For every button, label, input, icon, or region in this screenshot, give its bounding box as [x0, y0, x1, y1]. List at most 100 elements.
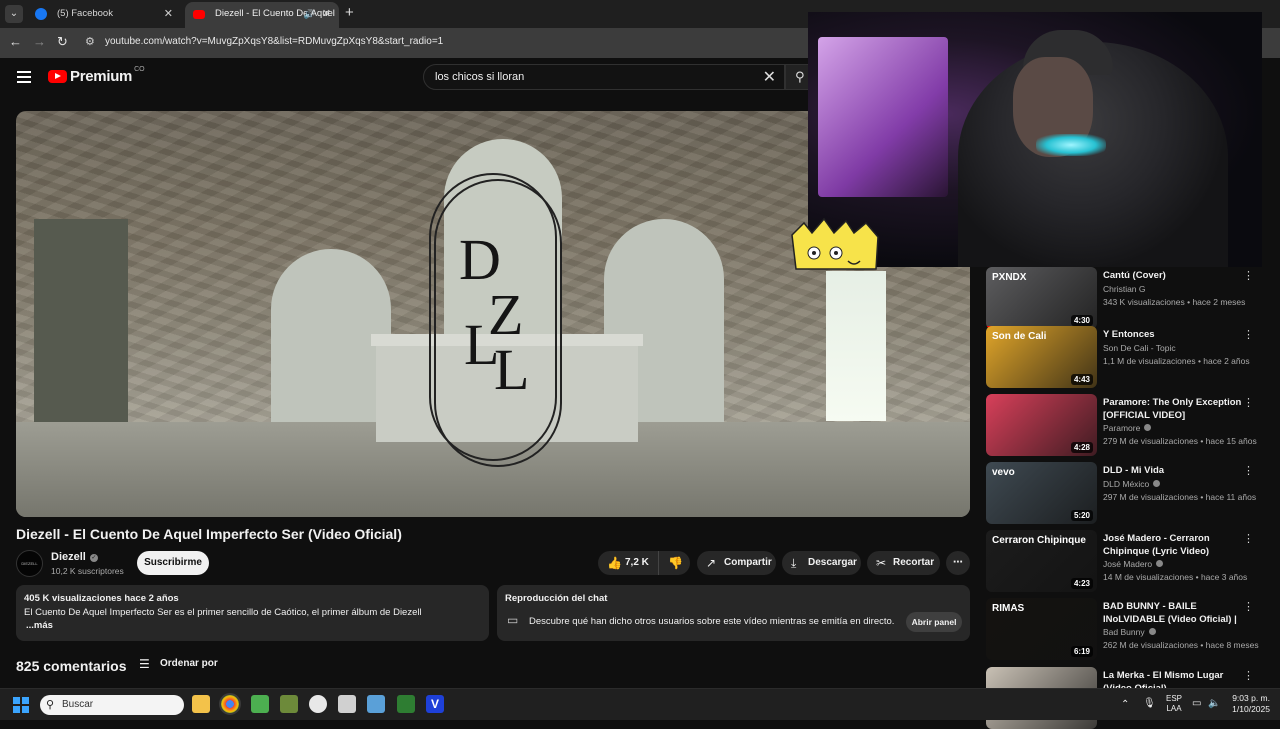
game-icon[interactable] [280, 695, 298, 713]
clear-search-icon[interactable]: ✕ [763, 67, 776, 87]
back-icon[interactable]: ← [9, 34, 22, 49]
recommendation-title[interactable]: Paramore: The Only Exception [OFFICIAL V… [1103, 396, 1243, 422]
description-box[interactable]: 405 K visualizaciones hace 2 años El Cue… [16, 585, 489, 641]
recommendation-channel[interactable]: Bad Bunny [1103, 627, 1156, 637]
recommendation-item[interactable]: PXNDX 4:30 Cantú (Cover) Christian G 343 K v… [986, 267, 1268, 329]
open-panel-button[interactable]: Abrir panel [906, 612, 962, 632]
search-input[interactable]: los chicos si lloran ✕ [423, 64, 785, 90]
share-button[interactable]: ↗ Compartir [697, 551, 776, 575]
video-duration: 4:43 [1070, 374, 1093, 385]
recommendation-item[interactable]: vevo 5:20 DLD - Mi Vida DLD México 297 M de … [986, 462, 1268, 524]
tab-facebook[interactable]: (5) Facebook ✕ [27, 2, 181, 28]
more-options-icon[interactable]: ⋮ [1243, 600, 1254, 613]
recommendation-channel[interactable]: Paramore [1103, 423, 1152, 433]
more-options-icon[interactable]: ⋮ [1243, 328, 1254, 341]
more-options-icon[interactable]: ⋮ [1243, 269, 1254, 282]
windows-start-icon[interactable] [13, 697, 29, 713]
like-button[interactable]: 👍 7,2 K [598, 551, 658, 575]
taskbar-search-placeholder: Buscar [62, 699, 94, 710]
app-icon[interactable] [397, 695, 415, 713]
clock-date: 1/10/2025 [1232, 704, 1270, 714]
show-more-link[interactable]: ...más [26, 620, 53, 631]
system-clock[interactable]: 9:03 p. m. 1/10/2025 [1232, 693, 1270, 715]
thumbs-up-icon: 👍 [607, 556, 622, 570]
recommendation-stats: 14 M de visualizaciones • hace 3 años [1103, 572, 1248, 582]
calculator-icon[interactable] [367, 695, 385, 713]
video-thumbnail[interactable]: vevo 5:20 [986, 462, 1097, 524]
app-icon[interactable] [309, 695, 327, 713]
chrome-icon[interactable] [219, 693, 241, 715]
more-options-icon[interactable]: ⋮ [1243, 464, 1254, 477]
more-options-icon[interactable]: ⋮ [1243, 396, 1254, 409]
recommendation-channel[interactable]: Christian G [1103, 284, 1146, 294]
subscriber-count: 10,2 K suscriptores [51, 566, 124, 576]
tab-youtube[interactable]: Diezell - El Cuento De Aquel 🔊 ✕ [185, 2, 339, 28]
video-thumbnail[interactable]: Cerraron Chipinque 4:23 [986, 530, 1097, 592]
v-app-icon[interactable]: V [426, 695, 444, 713]
minecraft-icon[interactable] [251, 695, 269, 713]
language-code: ESP [1166, 694, 1183, 703]
recommendation-title[interactable]: BAD BUNNY - BAILE INoLVIDABLE (Video Ofi… [1103, 600, 1243, 627]
country-code: CO [134, 66, 145, 73]
file-explorer-icon[interactable] [192, 695, 210, 713]
dislike-button[interactable]: 👎 [658, 551, 690, 575]
video-thumbnail[interactable]: PXNDX 4:30 [986, 267, 1097, 329]
logo-letter: L [494, 337, 530, 402]
recommendation-title[interactable]: José Madero - Cerraron Chipinque (Lyric … [1103, 532, 1243, 558]
close-tab-icon[interactable]: ✕ [322, 2, 331, 26]
facebook-icon [35, 8, 47, 20]
webcam-frame [1036, 134, 1106, 156]
clip-button[interactable]: ✂ Recortar [867, 551, 940, 575]
more-actions-button[interactable]: ⋯ [946, 551, 970, 575]
avatar[interactable]: DIEZELL [16, 550, 43, 577]
recommendation-item[interactable]: RIMAS 6:19 BAD BUNNY - BAILE INoLVIDABLE (… [986, 598, 1268, 660]
volume-icon[interactable]: 🔈 [1208, 698, 1220, 709]
chevron-up-icon[interactable]: ⌃ [1121, 699, 1129, 710]
youtube-premium-logo[interactable]: Premium CO [48, 66, 145, 85]
more-options-icon[interactable]: ⋮ [1243, 669, 1254, 682]
search-icon: ⚲ [795, 69, 805, 84]
verified-icon [1156, 560, 1164, 567]
sort-button[interactable]: Ordenar por [160, 658, 218, 669]
recommendation-title[interactable]: Cantú (Cover) [1103, 269, 1243, 282]
recommendation-channel[interactable]: DLD México [1103, 479, 1161, 489]
recommendation-channel[interactable]: José Madero [1103, 559, 1164, 569]
recommendation-item[interactable]: Cerraron Chipinque 4:23 José Madero - Cerr… [986, 530, 1268, 592]
download-button[interactable]: ⤓ Descargar [782, 551, 861, 575]
reload-icon[interactable]: ↻ [57, 34, 68, 50]
forward-icon[interactable]: → [33, 34, 46, 49]
new-tab-button[interactable]: + [345, 4, 354, 21]
recommendation-title[interactable]: DLD - Mi Vida [1103, 464, 1243, 477]
address-bar[interactable]: youtube.com/watch?v=MuvgZpXqsY8&list=RDM… [105, 36, 443, 47]
windows-taskbar: ⚲ Buscar V ⌃ ESP LAA 🎙 ▭ 🔈 9:03 p. m. 1/1… [0, 688, 1280, 720]
app-icon[interactable] [338, 695, 356, 713]
page-scrollbar[interactable] [1270, 102, 1280, 686]
sort-icon[interactable]: ☰ [139, 657, 150, 671]
youtube-icon [193, 10, 205, 19]
like-count: 7,2 K [625, 557, 649, 568]
menu-icon[interactable] [17, 71, 31, 83]
video-title: Diezell - El Cuento De Aquel Imperfecto … [16, 526, 402, 542]
video-thumbnail[interactable]: 4:28 [986, 394, 1097, 456]
video-thumbnail[interactable]: RIMAS 6:19 [986, 598, 1097, 660]
site-info-icon[interactable]: ⚙ [85, 35, 95, 48]
channel-name[interactable]: Diezell ✓ [51, 551, 98, 563]
taskbar-search-input[interactable]: ⚲ Buscar [40, 695, 184, 715]
recommendation-channel[interactable]: Son De Cali - Topic [1103, 343, 1176, 353]
speaker-icon[interactable]: 🔊 [304, 2, 315, 26]
microphone-icon[interactable]: 🎙 [1143, 698, 1156, 709]
tab-title: (5) Facebook [57, 8, 113, 19]
recommendation-channel-name: Son De Cali - Topic [1103, 343, 1176, 353]
recommendation-title[interactable]: Y Entonces [1103, 328, 1243, 341]
more-options-icon[interactable]: ⋮ [1243, 532, 1254, 545]
tab-search-icon[interactable]: ⌄ [5, 5, 23, 23]
thumbnail-text: RIMAS [992, 603, 1025, 614]
recommendation-item[interactable]: Son de Cali 4:43 Y Entonces Son De Cali - T… [986, 326, 1268, 388]
network-icon[interactable]: ▭ [1192, 698, 1201, 709]
recommendation-stats: 279 M de visualizaciones • hace 15 años [1103, 436, 1257, 446]
subscribe-button[interactable]: Suscribirme [137, 551, 209, 575]
video-thumbnail[interactable]: Son de Cali 4:43 [986, 326, 1097, 388]
recommendation-item[interactable]: 4:28 Paramore: The Only Exception [OFFICI… [986, 394, 1268, 456]
close-tab-icon[interactable]: ✕ [164, 2, 173, 26]
language-indicator[interactable]: ESP LAA [1166, 694, 1182, 714]
